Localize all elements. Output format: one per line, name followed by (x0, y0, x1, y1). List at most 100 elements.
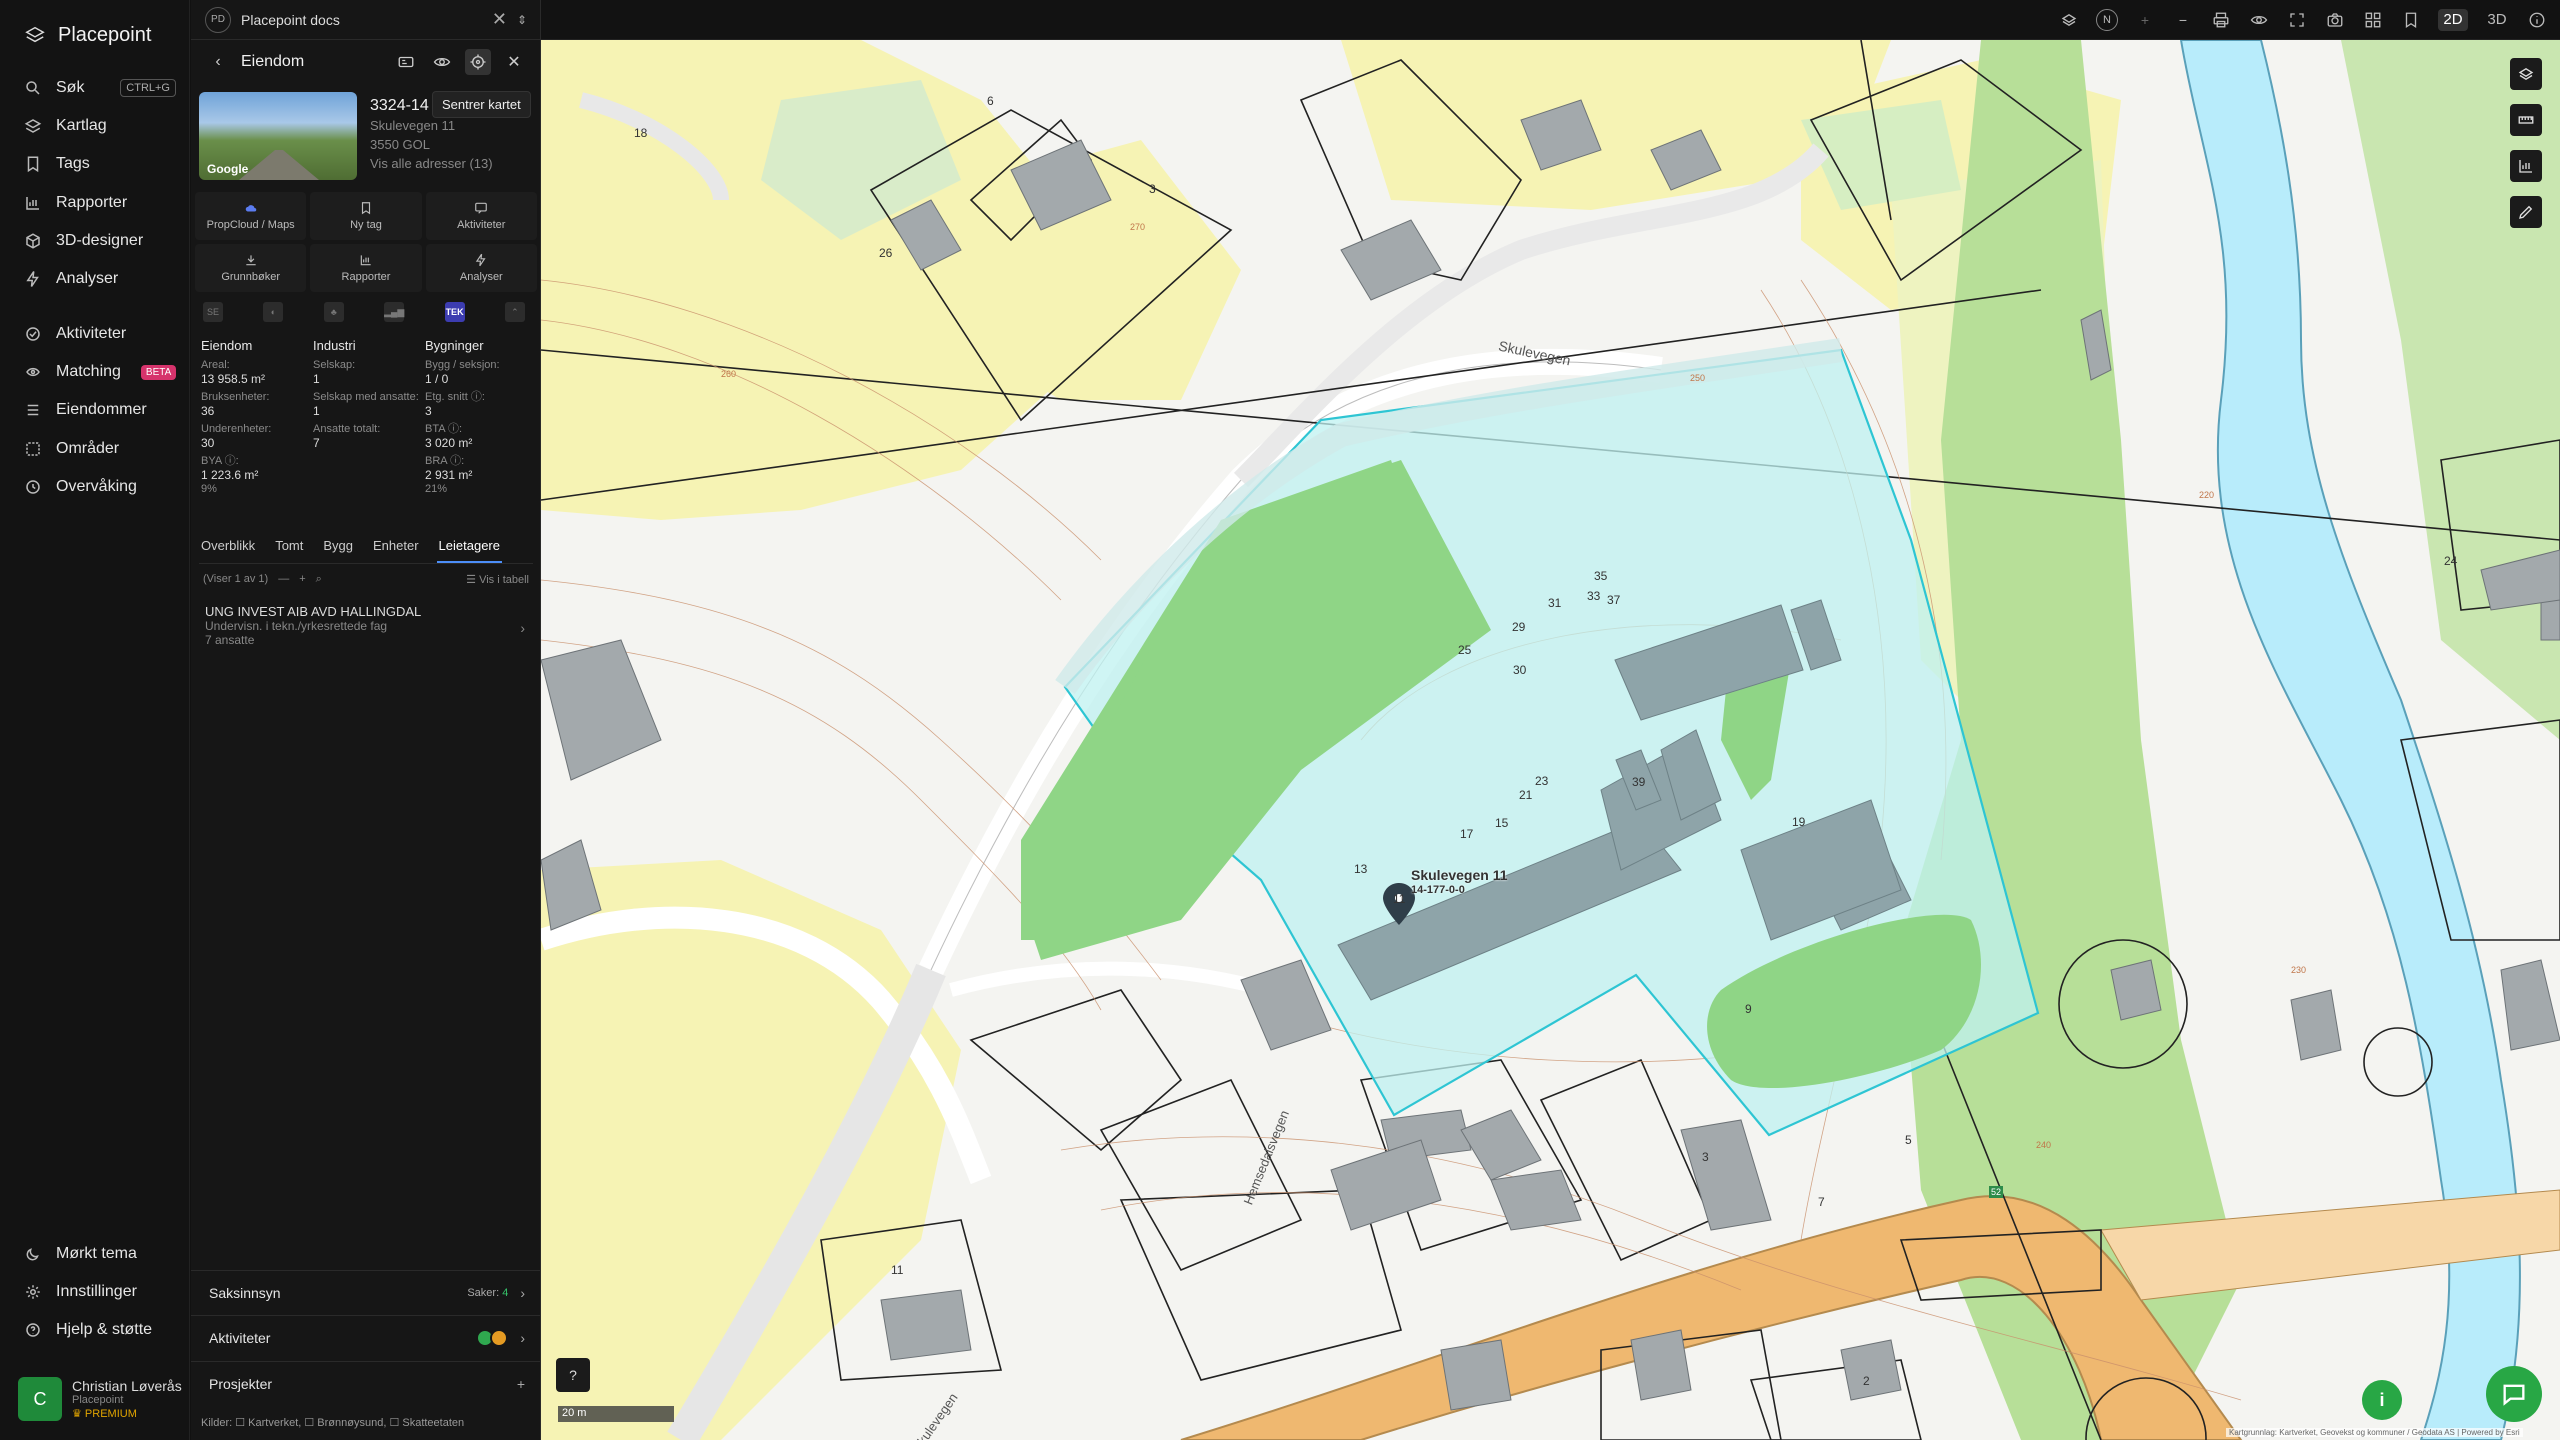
house-number: 18 (634, 126, 648, 140)
source-bars-icon[interactable]: ▂▄▆ (384, 302, 404, 322)
nav-item-settings[interactable]: Innstillinger (24, 1277, 176, 1307)
expand-icon[interactable]: ⇕ (517, 13, 527, 27)
list-item[interactable]: UNG INVEST AIB AVD HALLINGDAL Undervisn.… (205, 604, 525, 647)
stats-tool-icon[interactable] (2510, 150, 2542, 182)
zoom-out-icon[interactable]: − (2172, 9, 2194, 31)
pin-id-label: 14-177-0-0 (1411, 884, 1465, 896)
street-view-photo[interactable]: Google (199, 92, 357, 180)
matching-icon (24, 363, 42, 381)
source-globe-icon[interactable]: ◐ (263, 302, 284, 322)
house-number: 5 (1905, 1133, 1912, 1147)
stats-title: Industri (313, 338, 356, 353)
info-button[interactable]: i (2362, 1380, 2402, 1420)
info-icon[interactable] (2526, 9, 2548, 31)
premium-label: PREMIUM (84, 1407, 137, 1420)
postal-address: 3550 GOL (370, 137, 430, 152)
grid-icon[interactable] (2362, 9, 2384, 31)
nav-item-help[interactable]: Hjelp & støtte (24, 1315, 176, 1345)
tab-overblikk[interactable]: Overblikk (199, 534, 257, 563)
camera-icon[interactable] (2324, 9, 2346, 31)
analyses-button[interactable]: Analyser (425, 244, 537, 292)
map-canvas[interactable]: Skulevegen 11 14-177-0-0 Skulevegen Hems… (541, 40, 2560, 1440)
back-icon[interactable]: ‹ (205, 49, 231, 75)
participant-avatars (476, 1328, 509, 1347)
nav-item-dark-theme[interactable]: Mørkt tema (24, 1239, 176, 1269)
stat-value-ansatte: 1 (313, 404, 320, 418)
section-title: Aktiviteter (209, 1329, 271, 1346)
chat-icon (475, 202, 488, 214)
layers-3d-icon[interactable] (2058, 9, 2080, 31)
mode-3d-button[interactable]: 3D (2484, 9, 2510, 31)
map-svg[interactable] (541, 40, 2560, 1440)
source-tek-icon[interactable]: TEK (444, 302, 465, 322)
new-tag-button[interactable]: Ny tag (310, 192, 422, 240)
section-saksinnsyn[interactable]: Saksinnsyn Saker: 4 › (191, 1270, 541, 1314)
eye-icon[interactable] (429, 49, 455, 75)
layers-tool-icon[interactable] (2510, 58, 2542, 90)
stat-label: Underenheter: (201, 423, 272, 435)
propcloud-button[interactable]: PropCloud / Maps (195, 192, 307, 240)
nav-item-3d-designer[interactable]: 3D-designer (24, 226, 176, 256)
close-panel-icon[interactable]: ✕ (501, 49, 527, 75)
nav-item-omrader[interactable]: Områder (24, 434, 176, 464)
stat-value-bra: 2 931 m² (425, 468, 473, 482)
tab-enheter[interactable]: Enheter (371, 534, 421, 563)
nav-item-aktiviteter[interactable]: Aktiviteter (24, 319, 176, 349)
app-root: Placepoint Søk CTRL+G Kartlag Tags Rappo… (0, 0, 2560, 1440)
user-org: Placepoint (72, 1393, 124, 1406)
nav-item-tags[interactable]: Tags (24, 149, 176, 179)
property-title: Eiendom (241, 53, 305, 70)
view-table-button[interactable]: ☰ Vis i tabell (466, 573, 529, 586)
stat-label: BYA ⓘ: (201, 455, 239, 467)
nav-item-matching[interactable]: Matching BETA (24, 357, 177, 387)
chat-button[interactable] (2486, 1366, 2542, 1422)
bookmark-icon[interactable] (2400, 9, 2422, 31)
user-card[interactable]: C Christian Løverås Placepoint ♛ PREMIUM (18, 1372, 184, 1426)
land-registry-button[interactable]: Grunnbøker (195, 244, 307, 292)
tab-tomt[interactable]: Tomt (273, 534, 305, 563)
stats-title: Eiendom (201, 338, 253, 353)
chevron-right-icon: › (520, 620, 525, 636)
section-aktiviteter[interactable]: Aktiviteter › (191, 1315, 541, 1359)
fullscreen-icon[interactable] (2286, 9, 2308, 31)
source-se-icon[interactable]: SE (203, 302, 223, 322)
print-icon[interactable] (2210, 9, 2232, 31)
nav-item-analyser[interactable]: Analyser (24, 264, 176, 294)
app-brand[interactable]: Placepoint (24, 20, 151, 50)
zoom-in-icon[interactable]: + (2134, 9, 2156, 31)
nav-item-rapporter[interactable]: Rapporter (24, 188, 176, 218)
stat-label: Ansatte totalt: (313, 423, 381, 435)
source-tree-icon[interactable]: ♣ (323, 302, 344, 322)
nav-item-kartlag[interactable]: Kartlag (24, 111, 176, 141)
north-compass[interactable]: N (2096, 8, 2118, 31)
nav-item-overvaking[interactable]: Overvåking (24, 472, 176, 502)
activities-button[interactable]: Aktiviteter (425, 192, 537, 240)
draw-tool-icon[interactable] (2510, 196, 2542, 228)
map-help-button[interactable]: ? (556, 1358, 590, 1392)
close-docs-icon[interactable]: ✕ (492, 9, 507, 30)
tab-bygg[interactable]: Bygg (321, 534, 355, 563)
reports-button[interactable]: Rapporter (310, 244, 422, 292)
list-count: (Viser 1 av 1) (203, 573, 269, 585)
action-label: Rapporter (341, 271, 391, 283)
nav-item-search[interactable]: Søk CTRL+G (24, 73, 176, 103)
center-map-icon[interactable] (465, 49, 491, 75)
visibility-icon[interactable] (2248, 9, 2270, 31)
house-number: 19 (1792, 815, 1806, 829)
docs-title[interactable]: Placepoint docs (241, 12, 340, 28)
add-icon[interactable]: + (299, 573, 305, 585)
mode-2d-button[interactable]: 2D (2438, 8, 2468, 31)
collapse-icon[interactable]: — (278, 573, 289, 585)
section-prosjekter[interactable]: Prosjekter + (191, 1361, 541, 1405)
nav-item-eiendommer[interactable]: Eiendommer (24, 395, 176, 425)
add-icon[interactable]: + (517, 1376, 525, 1392)
avatar (490, 1328, 509, 1347)
measure-tool-icon[interactable] (2510, 104, 2542, 136)
house-number: 11 (1393, 892, 1406, 906)
tab-leietagere[interactable]: Leietagere (436, 534, 502, 563)
id-card-icon[interactable] (393, 49, 419, 75)
show-all-addresses-link[interactable]: Vis alle adresser (13) (370, 154, 530, 173)
house-number: 33 (1587, 589, 1601, 603)
search-icon[interactable]: ⌕ (316, 573, 322, 586)
source-toggle-icon[interactable]: ⌃ (504, 302, 525, 322)
